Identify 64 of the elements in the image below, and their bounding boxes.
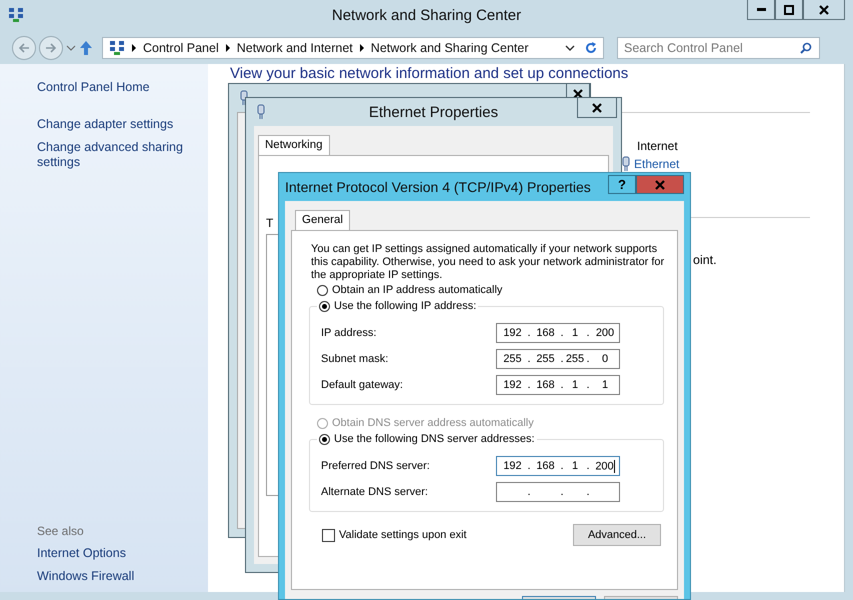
page-heading: View your basic network information and set up connections [230,65,630,82]
checkbox-label[interactable]: Validate settings upon exit [339,529,467,541]
network-icon [109,40,125,56]
breadcrumb[interactable]: Control Panel [143,41,219,55]
dialog-title: Internet Protocol Version 4 (TCP/IPv4) Properties [285,179,591,195]
refresh-icon[interactable] [585,42,597,54]
chevron-right-icon [131,44,137,52]
plug-icon [256,104,266,120]
up-arrow-icon[interactable] [79,40,93,56]
dropdown-caret-icon[interactable] [565,44,575,52]
close-icon [592,102,602,112]
radio-label[interactable]: Use the following DNS server addresses: [334,433,535,445]
field-label: Subnet mask: [321,353,390,365]
breadcrumb[interactable]: Network and Sharing Center [370,41,529,55]
back-arrow-icon [18,42,30,54]
breadcrumb[interactable]: Network and Internet [236,41,353,55]
connection-link[interactable]: Ethernet [634,157,680,171]
sidebar-link[interactable]: Change advanced sharing settings [37,140,187,170]
radio-label[interactable]: Use the following IP address: [334,300,476,312]
dialog-title: Ethernet Properties [368,104,500,121]
ip-address-field[interactable]: 255 . 255 . 255 . 0 [496,349,620,369]
sidebar-link[interactable]: Control Panel Home [37,80,187,95]
close-icon [655,180,665,190]
radio-button[interactable] [317,284,328,296]
close-icon [573,88,583,98]
sidebar-link[interactable]: Windows Firewall [37,569,187,584]
close-button[interactable] [803,0,845,20]
search-icon[interactable] [800,42,812,54]
checkbox[interactable] [322,528,335,542]
tab[interactable]: General [295,210,350,230]
description-text: You can get IP settings assigned automatically if your network supports this capability. Otherwise, you need to ask your network administrator for the appropriate IP settings. [311,243,666,282]
section-label: See also [37,524,85,538]
ip-address-field[interactable]: 192 . 168 . 1 . 200 [496,323,620,343]
field-label: Preferred DNS server: [321,460,431,472]
advanced-button[interactable]: Advanced... [573,524,661,546]
radio-button[interactable] [319,300,330,312]
close-button[interactable] [577,98,617,118]
close-icon [819,4,829,14]
help-button[interactable]: ? [608,175,636,194]
sidebar-link[interactable]: Change adapter settings [37,117,187,132]
chevron-right-icon [224,44,231,52]
radio-label[interactable]: Obtain an IP address automatically [332,284,502,296]
chevron-right-icon [358,44,365,52]
ip-address-field[interactable]: . . . [496,482,620,502]
field-label: IP address: [321,327,378,339]
maximize-button[interactable] [775,0,803,20]
search-field[interactable]: Search Control Panel [617,37,820,59]
description-text: oint. [693,253,717,267]
network-icon [8,7,24,23]
label-text: T [266,216,274,230]
tab[interactable]: Networking [258,135,330,155]
field-label: Default gateway: [321,379,404,391]
address-bar[interactable]: Control Panel Network and Internet Network and Sharing Center [102,37,604,59]
radio-button[interactable] [319,434,330,444]
field-label: Alternate DNS server: [321,486,429,498]
minimize-icon [756,8,766,11]
minimize-button[interactable] [747,0,775,20]
sidebar-link[interactable]: Internet Options [37,546,187,561]
maximize-icon [784,4,794,14]
forward-arrow-icon [45,42,57,54]
window-title: Network and Sharing Center [330,7,522,24]
network-label: Internet [637,139,678,153]
ip-address-field[interactable]: 192 . 168 . 1 . 1 [496,375,620,395]
ip-address-field[interactable]: 192 . 168 . 1 . 200 [496,456,620,476]
